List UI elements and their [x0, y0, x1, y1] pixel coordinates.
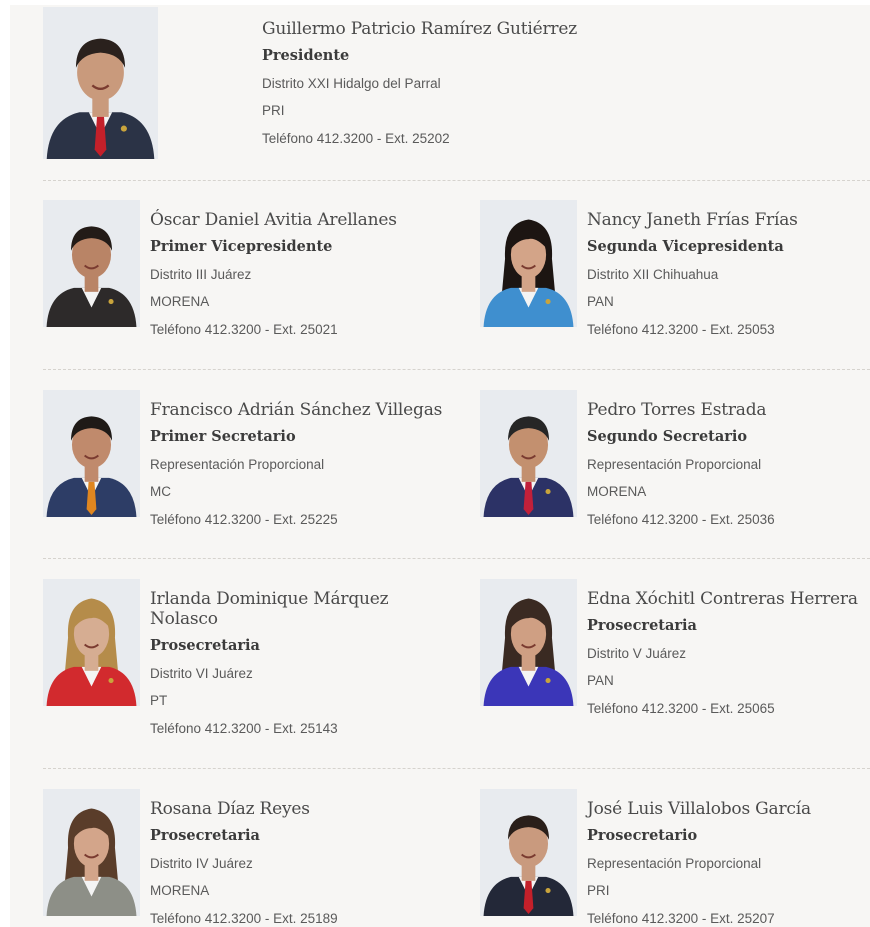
member-party: MORENA — [587, 484, 647, 499]
member-role: Segunda Vicepresidenta — [587, 238, 784, 255]
member-name[interactable]: Irlanda Dominique Márquez Nolasco — [150, 589, 420, 629]
member-photo — [43, 579, 140, 706]
member-phone: Teléfono 412.3200 - Ext. 25036 — [587, 511, 775, 527]
member-party: MORENA — [150, 883, 210, 898]
member-district: Representación Proporcional — [587, 456, 762, 472]
member-party: MORENA — [150, 294, 210, 309]
member-party: PT — [150, 693, 168, 708]
member-role: Segundo Secretario — [587, 428, 748, 445]
member-party: PRI — [262, 103, 285, 118]
member-name[interactable]: Pedro Torres Estrada — [587, 400, 867, 420]
member-photo — [480, 579, 577, 706]
member-phone: Teléfono 412.3200 - Ext. 25189 — [150, 910, 338, 926]
member-phone: Teléfono 412.3200 - Ext. 25143 — [150, 720, 338, 736]
row-divider — [43, 180, 870, 181]
row-divider — [43, 558, 870, 559]
member-party: PAN — [587, 673, 614, 688]
member-district: Distrito XXI Hidalgo del Parral — [262, 75, 441, 91]
member-role: Prosecretaria — [150, 637, 260, 654]
member-role: Presidente — [262, 47, 350, 64]
member-name[interactable]: Óscar Daniel Avitia Arellanes — [150, 210, 470, 230]
member-photo — [43, 7, 158, 159]
member-district: Distrito III Juárez — [150, 266, 252, 282]
member-name[interactable]: Edna Xóchitl Contreras Herrera — [587, 589, 870, 609]
member-phone: Teléfono 412.3200 - Ext. 25065 — [587, 700, 775, 716]
member-role: Primer Vicepresidente — [150, 238, 333, 255]
member-party: PAN — [587, 294, 614, 309]
member-photo — [480, 200, 577, 327]
member-phone: Teléfono 412.3200 - Ext. 25021 — [150, 321, 338, 337]
member-photo — [480, 789, 577, 916]
member-district: Distrito IV Juárez — [150, 855, 253, 871]
member-district: Distrito XII Chihuahua — [587, 266, 719, 282]
member-role: Prosecretaria — [587, 617, 697, 634]
member-role: Prosecretaria — [150, 827, 260, 844]
member-photo — [43, 200, 140, 327]
member-photo — [43, 789, 140, 916]
member-photo — [480, 390, 577, 517]
member-name[interactable]: Nancy Janeth Frías Frías — [587, 210, 867, 230]
member-district: Representación Proporcional — [150, 456, 325, 472]
member-district: Representación Proporcional — [587, 855, 762, 871]
row-divider — [43, 369, 870, 370]
member-district: Distrito VI Juárez — [150, 665, 253, 681]
member-name[interactable]: José Luis Villalobos García — [587, 799, 867, 819]
member-phone: Teléfono 412.3200 - Ext. 25225 — [150, 511, 338, 527]
member-phone: Teléfono 412.3200 - Ext. 25202 — [262, 130, 450, 146]
member-district: Distrito V Juárez — [587, 645, 687, 661]
member-role: Prosecretario — [587, 827, 698, 844]
member-phone: Teléfono 412.3200 - Ext. 25207 — [587, 910, 775, 926]
member-name[interactable]: Guillermo Patricio Ramírez Gutiérrez — [262, 19, 642, 39]
directory-panel: Guillermo Patricio Ramírez Gutiérrez Pre… — [10, 5, 870, 927]
member-phone: Teléfono 412.3200 - Ext. 25053 — [587, 321, 775, 337]
member-role: Primer Secretario — [150, 428, 296, 445]
row-divider — [43, 768, 870, 769]
member-party: MC — [150, 484, 171, 499]
member-photo — [43, 390, 140, 517]
member-party: PRI — [587, 883, 610, 898]
member-name[interactable]: Francisco Adrián Sánchez Villegas — [150, 400, 470, 420]
member-name[interactable]: Rosana Díaz Reyes — [150, 799, 470, 819]
